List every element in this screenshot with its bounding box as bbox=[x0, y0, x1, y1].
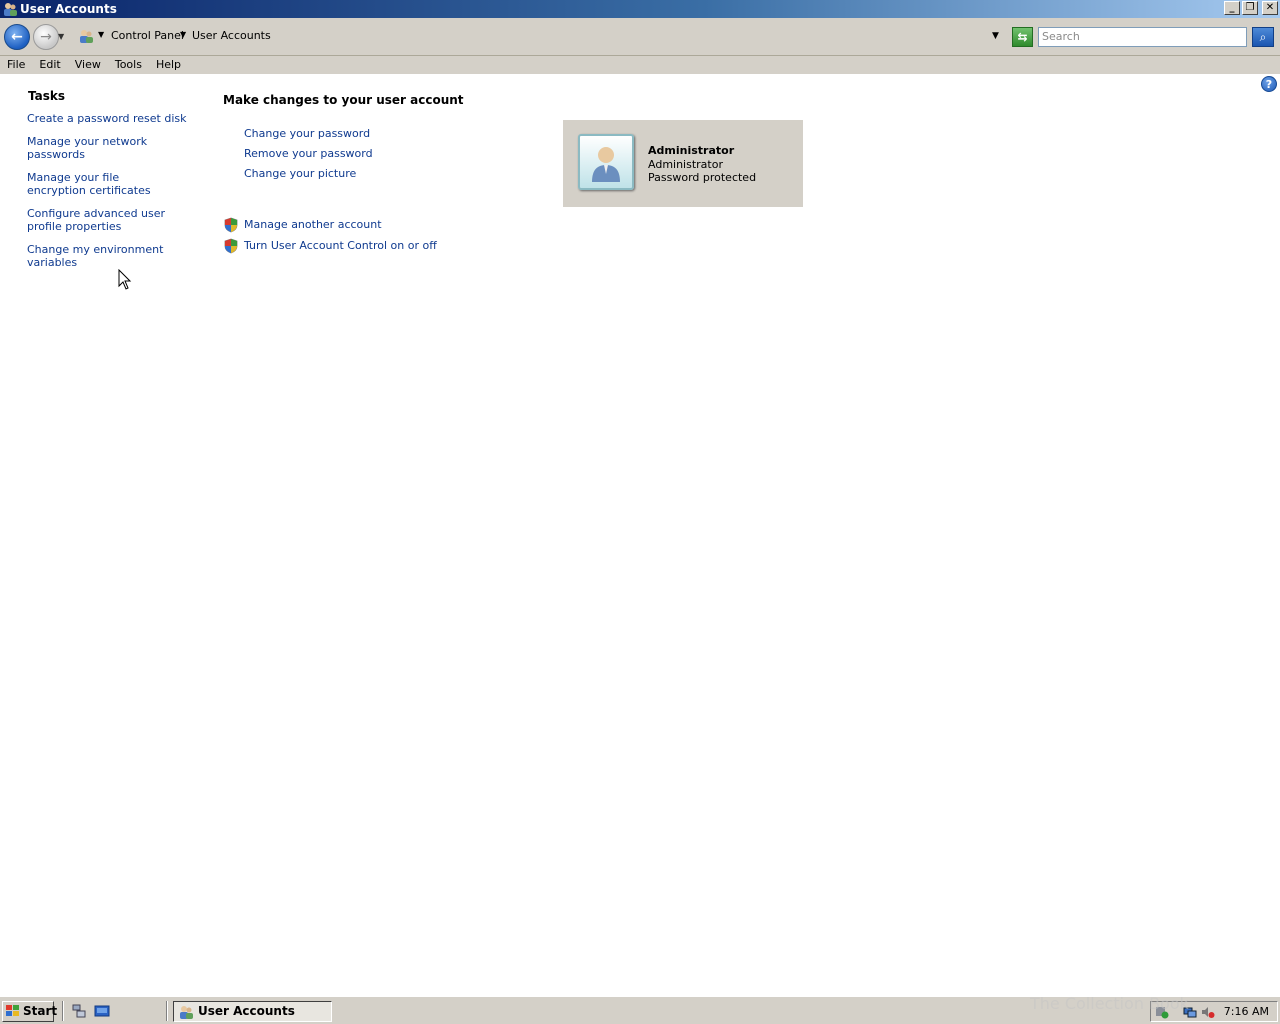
shield-icon bbox=[224, 238, 238, 253]
address-field[interactable]: ▼ Control Panel ▼ User Accounts bbox=[76, 26, 1006, 47]
account-status: Password protected bbox=[648, 171, 757, 184]
restore-button[interactable]: ❐ bbox=[1242, 1, 1258, 15]
watermark: The Collection Book bbox=[1030, 994, 1189, 1013]
title-bar: User Accounts _ ❐ ✕ bbox=[0, 0, 1280, 18]
server-manager-icon[interactable] bbox=[71, 1003, 87, 1019]
content-pane: ? Tasks Create a password reset disk Man… bbox=[0, 74, 1280, 996]
uac-toggle-link[interactable]: Turn User Account Control on or off bbox=[244, 239, 437, 252]
user-silhouette-icon bbox=[592, 147, 620, 182]
menu-bar: File Edit View Tools Help bbox=[0, 56, 1280, 74]
shield-icon bbox=[224, 217, 238, 232]
account-role: Administrator bbox=[648, 158, 723, 171]
menu-edit[interactable]: Edit bbox=[32, 56, 67, 74]
task-link-password-reset-disk[interactable]: Create a password reset disk bbox=[27, 112, 207, 125]
menu-help[interactable]: Help bbox=[149, 56, 188, 74]
forward-button[interactable]: → bbox=[33, 24, 59, 50]
menu-tools[interactable]: Tools bbox=[108, 56, 149, 74]
chevron-down-icon[interactable]: ▼ bbox=[98, 30, 104, 39]
minimize-button[interactable]: _ bbox=[1224, 1, 1240, 15]
manage-another-account-link[interactable]: Manage another account bbox=[244, 218, 382, 231]
task-link-encryption-certificates[interactable]: Manage your file encryption certificates bbox=[27, 171, 177, 197]
remove-password-link[interactable]: Remove your password bbox=[244, 147, 373, 160]
volume-muted-icon[interactable] bbox=[1201, 1005, 1215, 1019]
quick-launch-separator bbox=[166, 1001, 168, 1021]
breadcrumb-control-panel[interactable]: Control Panel bbox=[111, 29, 184, 42]
search-icon[interactable]: ⌕ bbox=[1252, 27, 1274, 47]
address-history-dropdown[interactable]: ▼ bbox=[992, 31, 999, 41]
back-button[interactable]: ← bbox=[4, 24, 30, 50]
taskbar-button-label: User Accounts bbox=[198, 1004, 295, 1018]
recent-pages-dropdown[interactable]: ▼ bbox=[58, 32, 64, 41]
show-desktop-icon[interactable] bbox=[94, 1003, 110, 1019]
task-link-advanced-profile[interactable]: Configure advanced user profile properti… bbox=[27, 207, 187, 233]
start-button[interactable]: Start bbox=[2, 1001, 58, 1022]
menu-view[interactable]: View bbox=[68, 56, 108, 74]
menu-file[interactable]: File bbox=[0, 56, 32, 74]
manage-another-account-row[interactable]: Manage another account bbox=[223, 214, 437, 235]
admin-actions: Manage another account Turn User Account… bbox=[223, 214, 437, 256]
change-password-link[interactable]: Change your password bbox=[244, 127, 373, 140]
account-actions: Change your password Remove your passwor… bbox=[244, 127, 373, 187]
account-name: Administrator bbox=[648, 144, 735, 157]
breadcrumb-user-accounts[interactable]: User Accounts bbox=[192, 29, 271, 42]
close-button[interactable]: ✕ bbox=[1262, 1, 1278, 15]
help-icon[interactable]: ? bbox=[1261, 76, 1277, 92]
control-panel-icon bbox=[80, 30, 93, 43]
refresh-button[interactable]: ⇆ bbox=[1012, 27, 1033, 47]
start-label: Start bbox=[23, 1004, 58, 1018]
clock[interactable]: 7:16 AM bbox=[1224, 1005, 1269, 1018]
user-accounts-icon bbox=[180, 1006, 193, 1019]
avatar[interactable] bbox=[578, 134, 634, 190]
window-title: User Accounts bbox=[20, 2, 117, 16]
tasks-panel: Create a password reset disk Manage your… bbox=[27, 112, 207, 279]
search-input[interactable]: Search bbox=[1038, 27, 1247, 47]
change-picture-link[interactable]: Change your picture bbox=[244, 167, 373, 180]
mouse-cursor-icon bbox=[118, 269, 132, 290]
tasks-heading: Tasks bbox=[28, 89, 66, 103]
account-card: Administrator Administrator Password pro… bbox=[563, 120, 803, 207]
user-accounts-icon bbox=[4, 3, 17, 16]
windows-logo-icon bbox=[6, 1005, 19, 1016]
taskbar-button-user-accounts[interactable]: User Accounts bbox=[173, 1001, 332, 1022]
quick-launch-separator bbox=[62, 1001, 64, 1021]
task-link-environment-variables[interactable]: Change my environment variables bbox=[27, 243, 207, 269]
page-title: Make changes to your user account bbox=[223, 93, 464, 107]
uac-toggle-row[interactable]: Turn User Account Control on or off bbox=[223, 235, 437, 256]
chevron-down-icon[interactable]: ▼ bbox=[180, 30, 186, 39]
task-link-network-passwords[interactable]: Manage your network passwords bbox=[27, 135, 207, 161]
